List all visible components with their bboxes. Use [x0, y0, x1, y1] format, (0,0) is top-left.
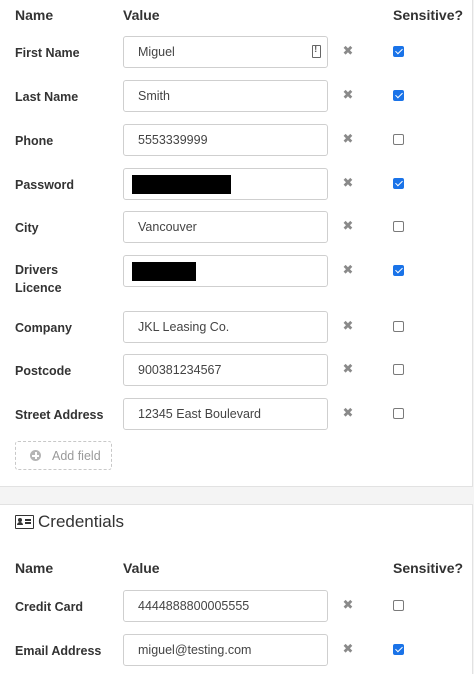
field-label: Password	[15, 178, 75, 192]
remove-field-close-icon[interactable]: ✖	[342, 88, 354, 102]
field-value-container	[123, 311, 328, 343]
field-label: Last Name	[15, 90, 79, 104]
plus-circle-icon	[30, 450, 41, 461]
field-row-password: Password ✖	[0, 168, 472, 200]
field-row-phone: Phone ✖	[0, 124, 472, 156]
credentials-section-title: Credentials	[38, 512, 124, 531]
email-address-input[interactable]	[124, 635, 327, 665]
password-manager-icon[interactable]	[312, 44, 321, 58]
remove-field-close-icon[interactable]: ✖	[342, 219, 354, 233]
value-column-header: Value	[123, 7, 160, 23]
field-value-container	[123, 255, 328, 287]
sensitive-checkbox[interactable]	[393, 600, 404, 611]
remove-field-close-icon[interactable]: ✖	[342, 598, 354, 612]
field-value-container	[123, 354, 328, 386]
sensitive-checkbox[interactable]	[393, 321, 404, 332]
field-label: Company	[15, 321, 72, 335]
field-label: Postcode	[15, 364, 72, 378]
field-value-container	[123, 80, 328, 112]
remove-field-close-icon[interactable]: ✖	[342, 176, 354, 190]
field-row-email-address: Email Address ✖	[0, 634, 472, 666]
sensitive-checkbox[interactable]	[393, 408, 404, 419]
phone-input[interactable]	[124, 125, 327, 155]
street-address-input[interactable]	[124, 399, 327, 429]
sensitive-checkbox[interactable]	[393, 46, 404, 57]
field-row-drivers-licence: Drivers Licence ✖	[0, 255, 472, 299]
field-value-container	[123, 398, 328, 430]
sensitive-column-header: Sensitive?	[393, 7, 464, 23]
remove-field-close-icon[interactable]: ✖	[342, 362, 354, 376]
field-row-credit-card: Credit Card ✖	[0, 590, 472, 622]
field-label: Drivers Licence	[15, 263, 62, 295]
field-label: Credit Card	[15, 600, 84, 614]
remove-field-close-icon[interactable]: ✖	[342, 642, 354, 656]
field-value-container	[123, 590, 328, 622]
value-column-header: Value	[123, 560, 160, 576]
sensitive-checkbox[interactable]	[393, 134, 404, 145]
remove-field-close-icon[interactable]: ✖	[342, 132, 354, 146]
field-value-container	[123, 36, 328, 68]
field-row-last-name: Last Name ✖	[0, 80, 472, 112]
sensitive-checkbox[interactable]	[393, 265, 404, 276]
sensitive-column-header: Sensitive?	[393, 560, 464, 576]
sensitive-checkbox[interactable]	[393, 644, 404, 655]
name-column-header: Name	[15, 7, 54, 23]
sensitive-checkbox[interactable]	[393, 90, 404, 101]
field-label: Email Address	[15, 644, 102, 658]
city-input[interactable]	[124, 212, 327, 242]
field-row-company: Company ✖	[0, 311, 472, 343]
redacted-value-mask	[132, 262, 196, 281]
remove-field-close-icon[interactable]: ✖	[342, 44, 354, 58]
field-value-container	[123, 211, 328, 243]
field-row-city: City ✖	[0, 211, 472, 243]
field-label: Phone	[15, 134, 54, 148]
add-field-button[interactable]: Add field	[15, 441, 112, 470]
redacted-value-mask	[132, 175, 231, 194]
field-row-postcode: Postcode ✖	[0, 354, 472, 386]
field-label: City	[15, 221, 39, 235]
postcode-input[interactable]	[124, 355, 327, 385]
remove-field-close-icon[interactable]: ✖	[342, 406, 354, 420]
field-label: First Name	[15, 46, 80, 60]
first-name-input[interactable]	[124, 37, 327, 67]
field-value-container	[123, 634, 328, 666]
id-card-icon	[15, 515, 34, 529]
last-name-input[interactable]	[124, 81, 327, 111]
field-row-first-name: First Name ✖	[0, 36, 472, 68]
add-field-label: Add field	[52, 449, 101, 463]
field-label: Street Address	[15, 408, 104, 422]
remove-field-close-icon[interactable]: ✖	[342, 319, 354, 333]
personal-fields-panel: Name Value Sensitive? First Name ✖ Last …	[0, 0, 473, 487]
name-column-header: Name	[15, 560, 54, 576]
remove-field-close-icon[interactable]: ✖	[342, 263, 354, 277]
sensitive-checkbox[interactable]	[393, 178, 404, 189]
field-row-street-address: Street Address ✖	[0, 398, 472, 430]
field-value-container	[123, 168, 328, 200]
credit-card-input[interactable]	[124, 591, 327, 621]
field-value-container	[123, 124, 328, 156]
company-input[interactable]	[124, 312, 327, 342]
sensitive-checkbox[interactable]	[393, 364, 404, 375]
sensitive-checkbox[interactable]	[393, 221, 404, 232]
